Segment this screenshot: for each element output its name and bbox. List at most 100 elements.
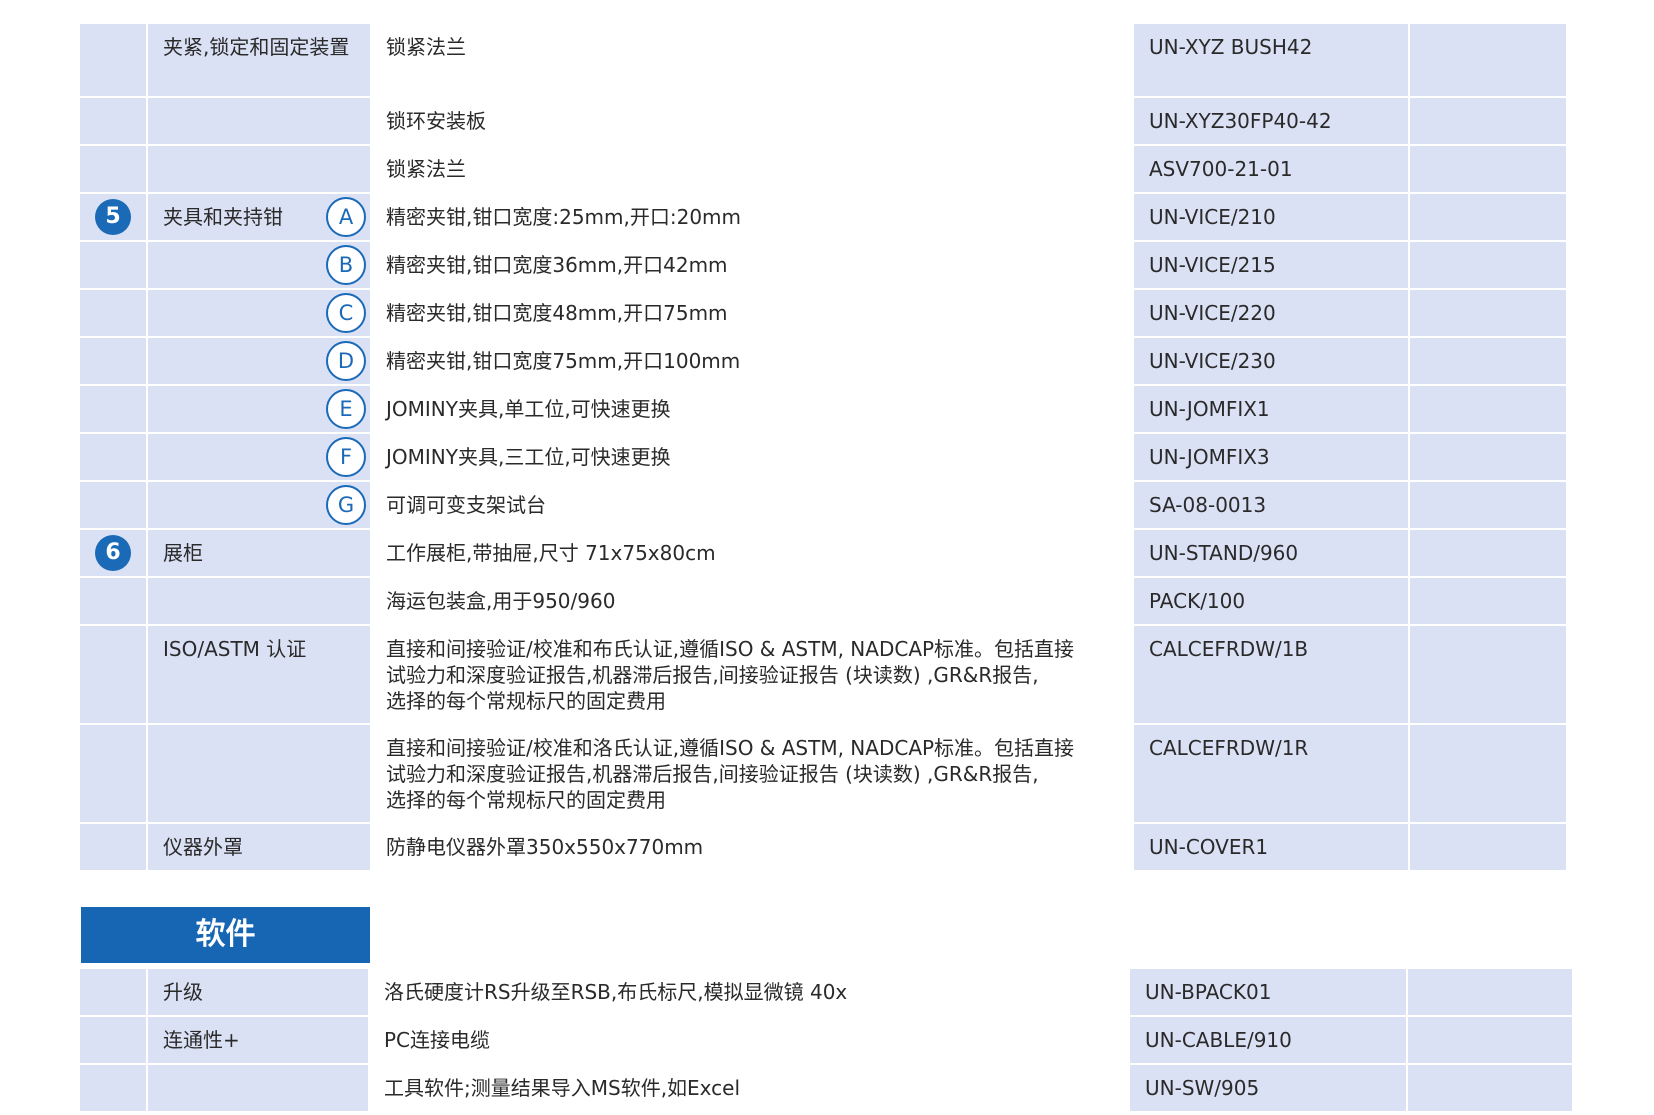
part-code-cell: UN-STAND/960	[1134, 530, 1408, 576]
description-cell: 精密夹钳,钳口宽度36mm,开口42mm	[372, 242, 1132, 288]
row-number-cell: 6	[80, 530, 146, 576]
extra-cell	[1410, 194, 1566, 240]
row-number-cell	[80, 824, 146, 870]
part-code: UN-CABLE/910	[1145, 1028, 1292, 1052]
section-number-badge: 6	[95, 535, 131, 571]
part-code-cell: ASV700-21-01	[1134, 146, 1408, 192]
part-code-cell: UN-SW/905	[1130, 1065, 1406, 1111]
row-number-cell	[80, 626, 146, 723]
row-number-cell	[80, 386, 146, 432]
category-cell: D	[148, 338, 370, 384]
row-number-cell: 5	[80, 194, 146, 240]
part-code-cell: UN-XYZ30FP40-42	[1134, 98, 1408, 144]
table-row: 锁紧法兰 ASV700-21-01	[80, 146, 1566, 194]
category-cell	[148, 98, 370, 144]
row-number-cell	[80, 969, 146, 1015]
category-cell	[148, 1065, 368, 1111]
description-cell: 海运包装盒,用于950/960	[372, 578, 1132, 624]
part-code-cell: UN-CABLE/910	[1130, 1017, 1406, 1063]
category-label: 仪器外罩	[163, 835, 243, 859]
description-text: 试验力和深度验证报告,机器滞后报告,间接验证报告 (块读数) ,GR&R报告,	[386, 762, 1039, 786]
category-cell: ISO/ASTM 认证	[148, 626, 370, 723]
table-row: 海运包装盒,用于950/960 PACK/100	[80, 578, 1566, 626]
description-cell: 直接和间接验证/校准和洛氏认证,遵循ISO & ASTM, NADCAP标准。包…	[372, 725, 1132, 822]
table-row: 仪器外罩 防静电仪器外罩350x550x770mm UN-COVER1	[80, 824, 1566, 872]
description-text: JOMINY夹具,三工位,可快速更换	[386, 445, 671, 469]
part-code: UN-VICE/215	[1149, 253, 1276, 277]
part-code-cell: SA-08-0013	[1134, 482, 1408, 528]
description-text: 精密夹钳,钳口宽度36mm,开口42mm	[386, 253, 728, 277]
description-cell: 精密夹钳,钳口宽度75mm,开口100mm	[372, 338, 1132, 384]
table-row: 夹紧,锁定和固定装置 锁紧法兰 UN-XYZ BUSH42	[80, 24, 1566, 98]
part-code: UN-STAND/960	[1149, 541, 1299, 565]
description-text: 锁环安装板	[386, 109, 486, 133]
row-number-cell	[80, 1065, 146, 1111]
part-code: UN-JOMFIX1	[1149, 397, 1270, 421]
row-number-cell	[80, 338, 146, 384]
extra-cell	[1410, 338, 1566, 384]
description-cell: JOMINY夹具,单工位,可快速更换	[372, 386, 1132, 432]
description-cell: 锁紧法兰	[372, 146, 1132, 192]
row-number-cell	[80, 290, 146, 336]
table-row: 6 展柜 工作展柜,带抽屉,尺寸 71x75x80cm UN-STAND/960	[80, 530, 1566, 578]
row-number-cell	[80, 242, 146, 288]
description-cell: 精密夹钳,钳口宽度48mm,开口75mm	[372, 290, 1132, 336]
option-letter-marker: F	[326, 437, 366, 477]
table-row: D 精密夹钳,钳口宽度75mm,开口100mm UN-VICE/230	[80, 338, 1566, 386]
description-cell: 锁紧法兰	[372, 24, 1132, 96]
option-letter-marker: G	[326, 485, 366, 525]
part-code-cell: UN-BPACK01	[1130, 969, 1406, 1015]
table-row: B 精密夹钳,钳口宽度36mm,开口42mm UN-VICE/215	[80, 242, 1566, 290]
option-letter-marker: D	[326, 341, 366, 381]
part-code: UN-VICE/210	[1149, 205, 1276, 229]
extra-cell	[1410, 24, 1566, 96]
table-row: 连通性+ PC连接电缆 UN-CABLE/910	[80, 1017, 1572, 1065]
category-cell: 仪器外罩	[148, 824, 370, 870]
part-code: UN-BPACK01	[1145, 980, 1272, 1004]
category-cell	[148, 146, 370, 192]
description-cell: 洛氏硬度计RS升级至RSB,布氏标尺,模拟显微镜 40x	[370, 969, 1128, 1015]
category-label: 夹具和夹持钳	[163, 205, 283, 229]
table-row: 5 夹具和夹持钳 A 精密夹钳,钳口宽度:25mm,开口:20mm UN-VICE/21…	[80, 194, 1566, 242]
row-number-cell	[80, 146, 146, 192]
category-label: 锁定和固定装置	[209, 35, 350, 59]
part-code-cell: PACK/100	[1134, 578, 1408, 624]
description-text: 精密夹钳,钳口宽度48mm,开口75mm	[386, 301, 728, 325]
table-row: E JOMINY夹具,单工位,可快速更换 UN-JOMFIX1	[80, 386, 1566, 434]
option-letter-marker: A	[326, 197, 366, 237]
part-code-cell: UN-XYZ BUSH42	[1134, 24, 1408, 96]
part-code: UN-VICE/220	[1149, 301, 1276, 325]
category-cell: F	[148, 434, 370, 480]
description-text: 锁紧法兰	[386, 157, 466, 181]
part-code-cell: CALCEFRDW/1B	[1134, 626, 1408, 723]
description-text: 精密夹钳,钳口宽度:25mm,开口:20mm	[386, 205, 742, 229]
description-cell: 精密夹钳,钳口宽度:25mm,开口:20mm	[372, 194, 1132, 240]
description-text: 直接和间接验证/校准和布氏认证,遵循ISO & ASTM, NADCAP标准。包…	[386, 637, 1075, 661]
part-code-cell: UN-COVER1	[1134, 824, 1408, 870]
description-cell: JOMINY夹具,三工位,可快速更换	[372, 434, 1132, 480]
category-label: 展柜	[163, 541, 203, 565]
category-label: 夹紧,	[163, 35, 210, 59]
part-code: UN-COVER1	[1149, 835, 1269, 859]
option-letter-marker: C	[326, 293, 366, 333]
extra-cell	[1408, 1017, 1572, 1063]
description-text: 直接和间接验证/校准和洛氏认证,遵循ISO & ASTM, NADCAP标准。包…	[386, 736, 1075, 760]
table-row: 工具软件;测量结果导入MS软件,如Excel UN-SW/905	[80, 1065, 1572, 1113]
extra-cell	[1408, 969, 1572, 1015]
description-text: 海运包装盒,用于950/960	[386, 589, 616, 613]
description-cell: 锁环安装板	[372, 98, 1132, 144]
row-number-cell	[80, 434, 146, 480]
description-text: 锁紧法兰	[386, 35, 466, 59]
table-row: F JOMINY夹具,三工位,可快速更换 UN-JOMFIX3	[80, 434, 1566, 482]
software-section-header: 软件	[81, 907, 370, 963]
category-label: 升级	[163, 980, 203, 1004]
row-number-cell	[80, 578, 146, 624]
category-cell: 夹具和夹持钳 A	[148, 194, 370, 240]
extra-cell	[1410, 98, 1566, 144]
part-code-cell: UN-VICE/230	[1134, 338, 1408, 384]
extra-cell	[1410, 725, 1566, 822]
category-cell: 连通性+	[148, 1017, 368, 1063]
category-label: 连通性+	[163, 1028, 240, 1052]
part-code-cell: UN-VICE/220	[1134, 290, 1408, 336]
category-cell: 夹紧,锁定和固定装置	[148, 24, 370, 96]
